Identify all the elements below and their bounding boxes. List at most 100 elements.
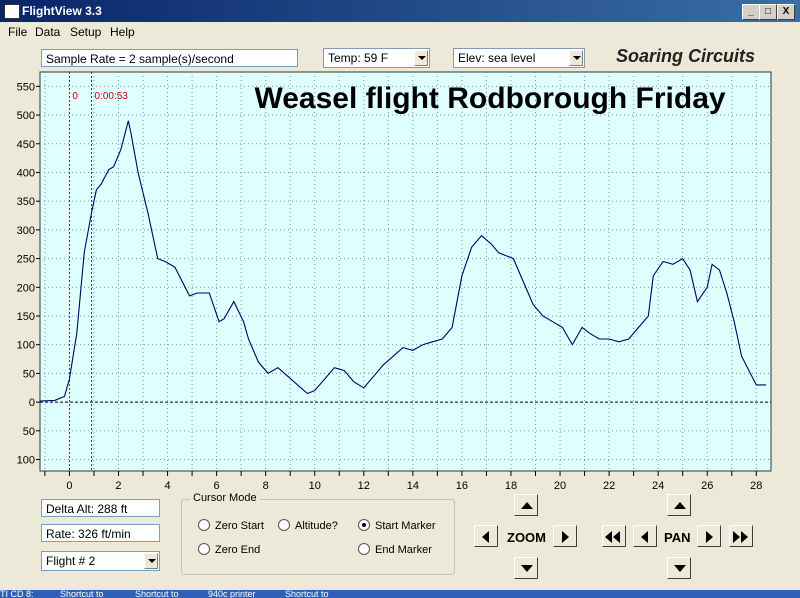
radio-label: End Marker	[375, 544, 432, 556]
chevron-down-icon[interactable]	[414, 50, 428, 66]
y-tick-label: 150	[17, 311, 35, 323]
y-tick-label: 550	[17, 81, 35, 93]
y-tick-label: 500	[17, 110, 35, 122]
pan-label: PAN	[664, 530, 691, 545]
zoom-label: ZOOM	[507, 530, 546, 545]
arrow-right-icon	[562, 531, 569, 543]
x-tick-label: 10	[309, 480, 321, 490]
temp-value: Temp: 59 F	[328, 51, 389, 65]
taskbar-item[interactable]: Shortcut to	[135, 590, 179, 598]
zoom-down-button[interactable]	[514, 557, 538, 579]
chart-title: Weasel flight Rodborough Friday	[254, 82, 725, 115]
pan-end-button[interactable]	[729, 525, 753, 547]
radio-end-marker[interactable]: End Marker	[358, 543, 432, 556]
y-tick-label: 300	[17, 225, 35, 237]
x-tick-label: 0	[66, 480, 72, 490]
zoom-left-button[interactable]	[474, 525, 498, 547]
radio-label: Altitude?	[295, 520, 338, 532]
cursor-mode-legend: Cursor Mode	[190, 492, 260, 504]
menu-bar: File Data Setup Help	[0, 22, 800, 42]
x-tick-label: 16	[456, 480, 468, 490]
flight-value: Flight # 2	[46, 554, 96, 568]
x-tick-label: 6	[214, 480, 220, 490]
app-icon	[4, 4, 20, 19]
arrow-up-icon	[674, 502, 686, 509]
arrow-down-icon	[521, 565, 533, 572]
x-tick-label: 14	[407, 480, 419, 490]
radio-altitude[interactable]: Altitude?	[278, 519, 338, 532]
radio-zero-end[interactable]: Zero End	[198, 543, 260, 556]
menu-data[interactable]: Data	[35, 25, 60, 39]
altitude-chart[interactable]: 550500450400350300250200150100500501000 2…	[0, 70, 800, 490]
title-bar: FlightView 3.3 _ □ X	[0, 0, 800, 22]
y-tick-label: 450	[17, 139, 35, 151]
elev-value: Elev: sea level	[458, 51, 536, 65]
taskbar-item[interactable]: Shortcut to	[60, 590, 104, 598]
radio-dot[interactable]	[198, 519, 210, 531]
window-title: FlightView 3.3	[22, 4, 102, 18]
x-tick-label: 4	[164, 480, 170, 490]
radio-label: Zero Start	[215, 520, 264, 532]
x-tick-label: 20	[554, 480, 566, 490]
arrow-down-icon	[674, 565, 686, 572]
brand-logo: Soaring Circuits	[616, 46, 756, 66]
sample-rate-field: Sample Rate = 2 sample(s)/second	[41, 49, 298, 67]
x-tick-label: 2	[115, 480, 121, 490]
chevron-down-icon[interactable]	[569, 50, 583, 66]
y-tick-label: 50	[23, 426, 35, 438]
y-tick-label: 0	[29, 397, 35, 409]
radio-label: Zero End	[215, 544, 261, 556]
double-arrow-left-icon	[613, 531, 620, 543]
maximize-button[interactable]: □	[759, 4, 777, 20]
menu-setup[interactable]: Setup	[70, 25, 101, 39]
close-button[interactable]: X	[777, 4, 795, 20]
rate-field: Rate: 326 ft/min	[41, 524, 160, 542]
x-tick-label: 26	[701, 480, 713, 490]
arrow-left-icon	[482, 531, 489, 543]
taskbar-item[interactable]: Shortcut to	[285, 590, 329, 598]
y-tick-label: 200	[17, 282, 35, 294]
taskbar: TI CD 8: Shortcut to Shortcut to 940c pr…	[0, 590, 800, 598]
y-tick-label: 100	[17, 455, 35, 467]
double-arrow-left-icon	[605, 531, 612, 543]
flight-select[interactable]: Flight # 2	[41, 551, 160, 571]
x-tick-label: 28	[750, 480, 762, 490]
elev-select[interactable]: Elev: sea level	[453, 48, 585, 68]
double-arrow-right-icon	[733, 531, 740, 543]
radio-dot[interactable]	[278, 519, 290, 531]
menu-file[interactable]: File	[8, 25, 27, 39]
radio-dot-selected[interactable]	[358, 519, 370, 531]
cursor-mode-group: Cursor Mode	[181, 492, 455, 575]
zoom-right-button[interactable]	[553, 525, 577, 547]
pan-left-button[interactable]	[633, 525, 657, 547]
taskbar-item[interactable]: 940c printer	[208, 590, 256, 598]
x-tick-label: 24	[652, 480, 664, 490]
radio-dot[interactable]	[198, 543, 210, 555]
radio-label: Start Marker	[375, 520, 436, 532]
zoom-up-button[interactable]	[514, 494, 538, 516]
pan-down-button[interactable]	[667, 557, 691, 579]
double-arrow-right-icon	[741, 531, 748, 543]
menu-help[interactable]: Help	[110, 25, 135, 39]
x-tick-label: 12	[358, 480, 370, 490]
chevron-down-icon[interactable]	[144, 553, 158, 569]
radio-zero-start[interactable]: Zero Start	[198, 519, 264, 532]
y-tick-label: 250	[17, 254, 35, 266]
pan-start-button[interactable]	[602, 525, 626, 547]
pan-right-button[interactable]	[697, 525, 721, 547]
y-tick-label: 400	[17, 167, 35, 179]
arrow-right-icon	[706, 531, 713, 543]
radio-dot[interactable]	[358, 543, 370, 555]
minimize-button[interactable]: _	[742, 4, 760, 20]
temp-select[interactable]: Temp: 59 F	[323, 48, 430, 68]
x-tick-label: 8	[263, 480, 269, 490]
cursor-marker-label: 0	[72, 91, 78, 102]
x-tick-label: 18	[505, 480, 517, 490]
delta-alt-field: Delta Alt: 288 ft	[41, 499, 160, 517]
arrow-left-icon	[641, 531, 648, 543]
pan-up-button[interactable]	[667, 494, 691, 516]
arrow-up-icon	[521, 502, 533, 509]
radio-start-marker[interactable]: Start Marker	[358, 519, 436, 532]
taskbar-item[interactable]: TI CD 8:	[0, 590, 34, 598]
y-tick-label: 100	[17, 340, 35, 352]
